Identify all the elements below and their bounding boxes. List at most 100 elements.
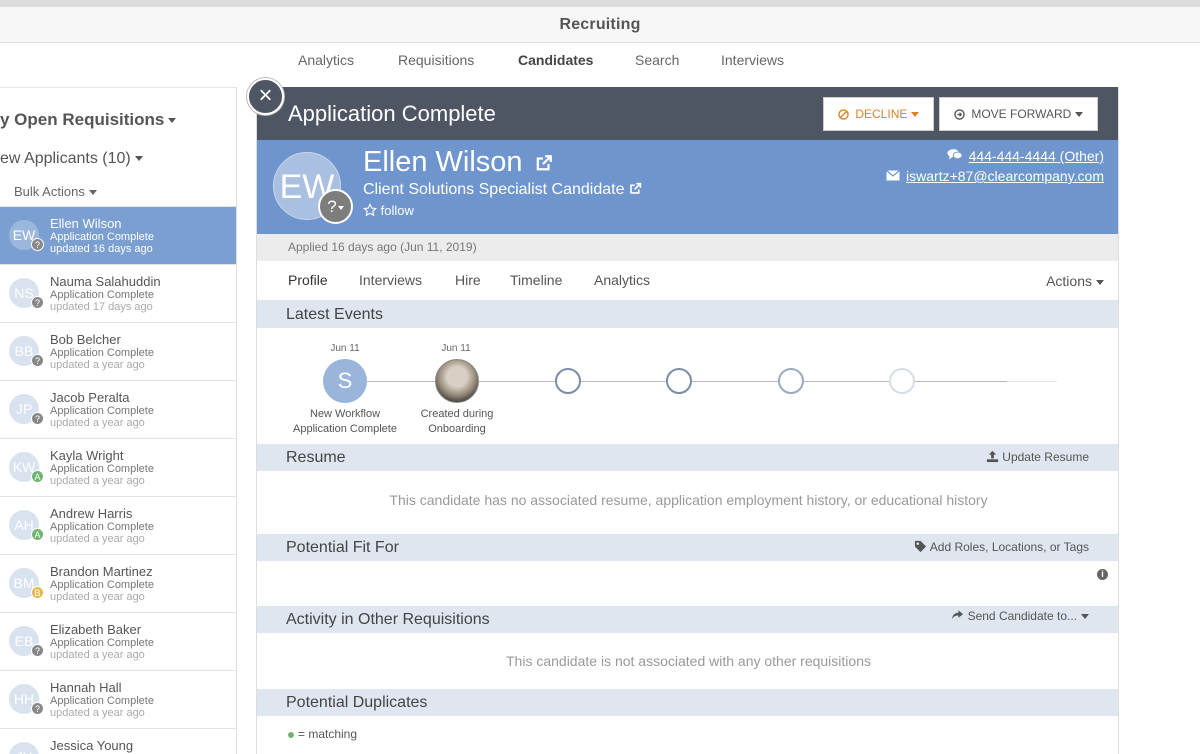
envelope-icon	[886, 168, 900, 184]
candidate-updated: updated 16 days ago	[50, 243, 153, 255]
nav-search[interactable]: Search	[635, 52, 679, 68]
event-workflow-icon[interactable]: S	[323, 359, 367, 403]
external-link-icon	[629, 181, 642, 198]
event-label-line: Onboarding	[428, 423, 486, 435]
candidate-row[interactable]: AH A Andrew Harris Application Complete …	[0, 496, 236, 554]
question-badge-icon: ?	[31, 354, 44, 367]
nav-analytics[interactable]: Analytics	[298, 52, 354, 68]
candidate-banner: EW ? Ellen Wilson Client Solutions Speci…	[257, 140, 1118, 234]
external-link-icon	[535, 155, 553, 175]
nav-requisitions[interactable]: Requisitions	[398, 52, 474, 68]
event-date: Jun 11	[441, 343, 471, 354]
other-requisitions-empty-message: This candidate is not associated with an…	[506, 653, 871, 669]
candidate-name-link[interactable]: Ellen Wilson	[363, 146, 553, 179]
candidate-status: Application Complete	[50, 695, 154, 707]
section-title: Potential Fit For	[286, 539, 399, 556]
candidate-row[interactable]: JP ? Jacob Peralta Application Complete …	[0, 380, 236, 438]
candidate-updated: updated a year ago	[50, 533, 145, 545]
candidate-name: Andrew Harris	[50, 506, 133, 521]
tab-timeline[interactable]: Timeline	[510, 272, 562, 288]
email-link[interactable]: iswartz+87@clearcompany.com	[886, 168, 1104, 184]
tab-analytics[interactable]: Analytics	[594, 272, 650, 288]
event-label-line: New Workflow	[309, 408, 381, 420]
potential-fit-header: Potential Fit For Add Roles, Locations, …	[257, 534, 1118, 561]
candidate-role-link[interactable]: Client Solutions Specialist Candidate	[363, 181, 642, 199]
empty-event-node	[555, 368, 581, 394]
requisition-filter-dropdown[interactable]: y Open Requisitions	[0, 110, 177, 130]
event-label-line: Application Complete	[293, 423, 397, 435]
close-panel-button[interactable]: ×	[247, 78, 284, 115]
candidate-row[interactable]: EB ? Elizabeth Baker Application Complet…	[0, 612, 236, 670]
bulk-actions-dropdown[interactable]: Bulk Actions	[14, 184, 97, 199]
send-candidate-dropdown[interactable]: Send Candidate to...	[951, 609, 1089, 623]
rating-dropdown[interactable]: ?	[318, 189, 353, 224]
requisition-filter-label: y Open Requisitions	[0, 110, 165, 129]
candidate-status: Application Complete	[50, 405, 154, 417]
statue-avatar-icon[interactable]	[435, 359, 479, 403]
phone-link[interactable]: 444-444-4444 (Other)	[947, 148, 1104, 164]
tab-interviews[interactable]: Interviews	[359, 272, 422, 288]
candidate-name: Ellen Wilson	[50, 216, 122, 231]
candidate-row[interactable]: KW A Kayla Wright Application Complete u…	[0, 438, 236, 496]
candidate-list: EW ? Ellen Wilson Application Complete u…	[0, 206, 236, 754]
candidate-row[interactable]: NS ? Nauma Salahuddin Application Comple…	[0, 264, 236, 322]
timeline-line-fade	[1007, 381, 1057, 382]
candidate-name: Hannah Hall	[50, 680, 122, 695]
candidate-row[interactable]: BM B Brandon Martinez Application Comple…	[0, 554, 236, 612]
candidate-updated: updated a year ago	[50, 475, 145, 487]
latest-events-header: Latest Events	[257, 301, 1118, 328]
info-icon[interactable]: i	[1097, 569, 1108, 580]
resume-empty-message: This candidate has no associated resume,…	[389, 492, 988, 508]
question-badge-icon: ?	[31, 238, 44, 251]
question-badge-icon: ?	[31, 412, 44, 425]
ban-icon	[838, 107, 852, 121]
candidate-updated: updated a year ago	[50, 417, 145, 429]
nav-interviews[interactable]: Interviews	[721, 52, 784, 68]
candidate-status: Application Complete	[50, 579, 154, 591]
move-forward-label: MOVE FORWARD	[971, 107, 1072, 121]
tab-hire[interactable]: Hire	[455, 272, 481, 288]
update-resume-label: Update Resume	[1002, 450, 1089, 464]
move-forward-button[interactable]: MOVE FORWARD	[939, 97, 1099, 131]
event-label: New Workflow Application Complete	[280, 407, 410, 437]
candidate-updated: updated a year ago	[50, 649, 145, 661]
question-badge-icon: ?	[31, 296, 44, 309]
detail-tabs: Profile Interviews Hire Timeline Analyti…	[257, 261, 1118, 301]
legend-text: = matching	[298, 727, 358, 741]
question-badge-icon: ?	[31, 702, 44, 715]
chevron-down-icon	[88, 190, 97, 196]
candidate-name: Jessica Young	[50, 738, 134, 753]
chevron-down-icon	[911, 112, 920, 118]
chevron-down-icon	[134, 156, 143, 162]
nav-candidates[interactable]: Candidates	[518, 52, 593, 68]
bulk-actions-label: Bulk Actions	[14, 184, 85, 199]
candidate-row[interactable]: BB ? Bob Belcher Application Complete up…	[0, 322, 236, 380]
green-dot-icon	[288, 731, 294, 738]
chevron-down-icon	[337, 205, 344, 210]
section-title: Latest Events	[286, 306, 383, 323]
actions-dropdown[interactable]: Actions	[1046, 273, 1104, 289]
chevron-down-icon	[1096, 279, 1104, 285]
tab-profile[interactable]: Profile	[288, 272, 328, 288]
decline-button[interactable]: DECLINE	[823, 97, 935, 131]
potential-duplicates-header: Potential Duplicates	[257, 689, 1118, 716]
main-nav: Analytics Requisitions Candidates Search…	[0, 43, 1200, 79]
other-requisitions-header: Activity in Other Requisitions Send Cand…	[257, 606, 1118, 633]
candidate-row[interactable]: HH ? Hannah Hall Application Complete up…	[0, 670, 236, 728]
update-resume-button[interactable]: Update Resume	[986, 450, 1089, 464]
candidate-role: Client Solutions Specialist Candidate	[363, 181, 625, 198]
chevron-down-icon	[1081, 614, 1089, 620]
matching-legend: = matching	[288, 727, 357, 741]
add-tags-button[interactable]: Add Roles, Locations, or Tags	[914, 540, 1089, 554]
candidate-detail-panel: Application Complete DECLINE MOVE FORWAR…	[256, 87, 1119, 754]
follow-button[interactable]: follow	[362, 202, 414, 218]
app-header: Recruiting	[0, 0, 1200, 43]
candidate-name: Brandon Martinez	[50, 564, 153, 579]
candidate-row[interactable]: EW ? Ellen Wilson Application Complete u…	[0, 206, 236, 264]
candidate-name: Kayla Wright	[50, 448, 124, 463]
candidate-updated: updated 17 days ago	[50, 301, 153, 313]
candidate-row[interactable]: JY Jessica Young	[0, 728, 236, 754]
applicant-filter-dropdown[interactable]: ew Applicants (10)	[0, 150, 143, 168]
grade-badge-icon: A	[31, 528, 44, 541]
candidate-status: Application Complete	[50, 463, 154, 475]
